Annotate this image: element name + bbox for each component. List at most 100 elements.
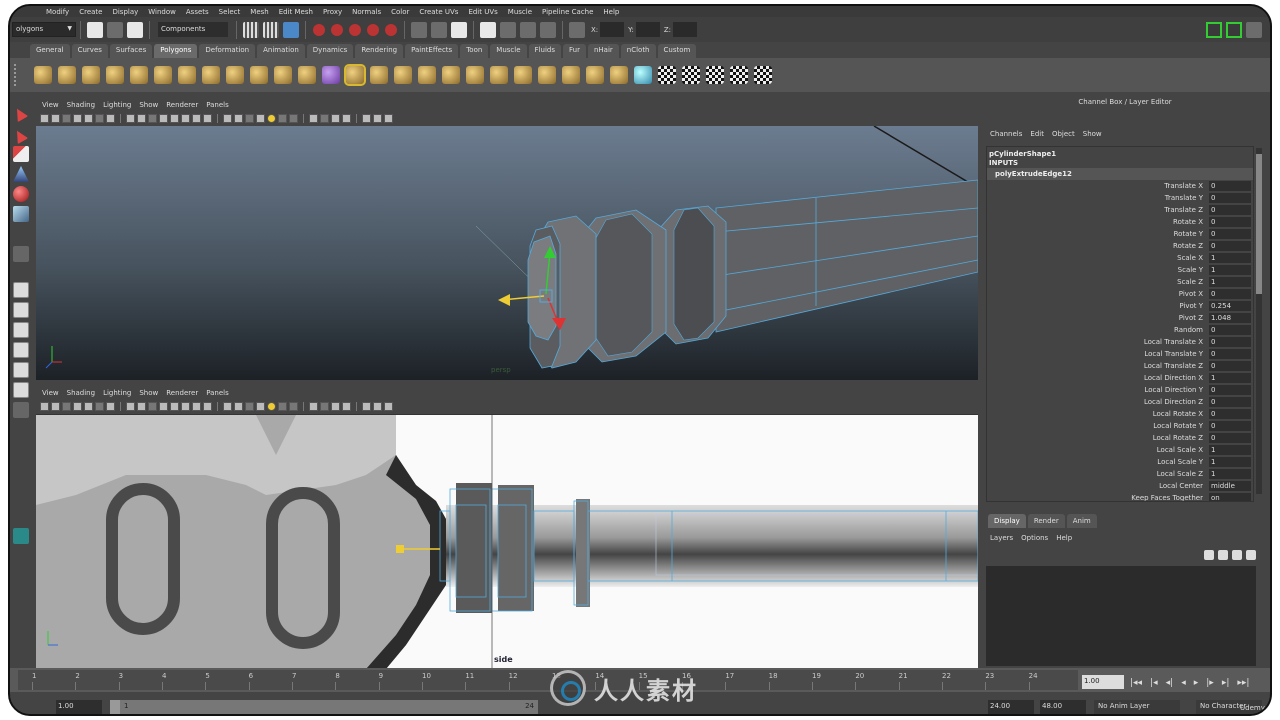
z-field[interactable] bbox=[673, 22, 698, 37]
panel-tool-icon[interactable] bbox=[309, 113, 318, 123]
panel-tool-icon[interactable] bbox=[245, 401, 254, 411]
attribute-value-field[interactable]: 1 bbox=[1209, 445, 1251, 455]
panel-tool-icon[interactable] bbox=[320, 401, 329, 411]
move-tool-icon[interactable] bbox=[13, 166, 29, 182]
new-scene-icon[interactable] bbox=[87, 21, 103, 38]
panel-tool-icon[interactable] bbox=[256, 401, 265, 411]
panel-menu-renderer[interactable]: Renderer bbox=[166, 389, 198, 397]
attribute-value-field[interactable]: 1 bbox=[1209, 277, 1251, 287]
poly-sphere-icon[interactable] bbox=[34, 66, 52, 84]
panel-tool-icon[interactable] bbox=[148, 113, 157, 123]
go-to-end-icon[interactable]: ▸▸| bbox=[1237, 678, 1249, 688]
snap-curve-icon[interactable] bbox=[331, 23, 343, 36]
panel-tool-icon[interactable] bbox=[73, 113, 82, 123]
play-forwards-icon[interactable]: ▸ bbox=[1194, 678, 1199, 688]
menu-normals[interactable]: Normals bbox=[352, 8, 381, 16]
panel-menu-show[interactable]: Show bbox=[139, 101, 158, 109]
channel-menu-show[interactable]: Show bbox=[1083, 130, 1102, 138]
x-field[interactable] bbox=[600, 22, 625, 37]
panel-tool-icon[interactable] bbox=[331, 401, 340, 411]
attribute-row[interactable]: Rotate Z 0 bbox=[987, 240, 1253, 252]
open-scene-icon[interactable] bbox=[107, 21, 123, 38]
attribute-value-field[interactable]: 0 bbox=[1209, 421, 1251, 431]
bridge-icon[interactable] bbox=[370, 66, 388, 84]
panel-menu-view[interactable]: View bbox=[42, 101, 59, 109]
shelf-tab-fur[interactable]: Fur bbox=[562, 44, 586, 58]
four-view-layout-icon[interactable] bbox=[13, 302, 29, 318]
attribute-row[interactable]: Random 0 bbox=[987, 324, 1253, 336]
attribute-value-field[interactable]: 1 bbox=[1209, 457, 1251, 467]
spherical-mapping-icon[interactable] bbox=[706, 66, 724, 84]
attribute-row[interactable]: Translate Y 0 bbox=[987, 192, 1253, 204]
panel-menu-shading[interactable]: Shading bbox=[67, 101, 95, 109]
panel-tool-icon[interactable] bbox=[181, 113, 190, 123]
panel-menu-renderer[interactable]: Renderer bbox=[166, 101, 198, 109]
attribute-value-field[interactable]: 0 bbox=[1209, 181, 1251, 191]
append-to-polygon-icon[interactable] bbox=[394, 66, 412, 84]
range-handle-left[interactable] bbox=[110, 700, 120, 714]
panel-menu-lighting[interactable]: Lighting bbox=[103, 389, 131, 397]
single-perspective-layout-icon[interactable] bbox=[13, 282, 29, 298]
automatic-mapping-icon[interactable] bbox=[730, 66, 748, 84]
panel-menu-panels[interactable]: Panels bbox=[206, 389, 229, 397]
panel-tool-icon[interactable] bbox=[373, 401, 382, 411]
smooth-proxy-icon[interactable] bbox=[322, 66, 340, 84]
panel-tool-icon[interactable] bbox=[362, 401, 371, 411]
panel-tool-icon[interactable] bbox=[342, 401, 351, 411]
ipr-render-icon[interactable] bbox=[520, 21, 536, 38]
panel-tool-icon[interactable] bbox=[170, 113, 179, 123]
step-forward-frame-icon[interactable]: ▸| bbox=[1222, 678, 1230, 688]
make-live-icon[interactable] bbox=[385, 23, 397, 36]
attribute-value-field[interactable]: 0 bbox=[1209, 229, 1251, 239]
side-viewport[interactable]: side bbox=[36, 414, 978, 668]
panel-tool-icon[interactable] bbox=[289, 401, 298, 411]
shelf-tab-custom[interactable]: Custom bbox=[657, 44, 697, 58]
panel-menu-lighting[interactable]: Lighting bbox=[103, 101, 131, 109]
panel-tool-icon[interactable] bbox=[342, 113, 351, 123]
panel-tool-icon[interactable] bbox=[137, 401, 146, 411]
attribute-value-field[interactable]: 0 bbox=[1209, 349, 1251, 359]
panel-tool-icon[interactable] bbox=[192, 113, 201, 123]
shelf-tab-fluids[interactable]: Fluids bbox=[528, 44, 561, 58]
combine-icon[interactable] bbox=[250, 66, 268, 84]
go-to-start-icon[interactable]: |◂◂ bbox=[1130, 678, 1142, 688]
panel-tool-icon[interactable] bbox=[267, 401, 276, 411]
menu-edit-mesh[interactable]: Edit Mesh bbox=[279, 8, 313, 16]
attribute-row[interactable]: Local Translate Z 0 bbox=[987, 360, 1253, 372]
attribute-row[interactable]: Translate Z 0 bbox=[987, 204, 1253, 216]
attribute-row[interactable]: Local Direction Y 0 bbox=[987, 384, 1253, 396]
panel-tool-icon[interactable] bbox=[256, 113, 265, 123]
attribute-value-field[interactable]: 1 bbox=[1209, 253, 1251, 263]
attribute-value-field[interactable]: 0.254 bbox=[1209, 301, 1251, 311]
shelf-tab-muscle[interactable]: Muscle bbox=[490, 44, 527, 58]
panel-tool-icon[interactable] bbox=[203, 401, 212, 411]
menu-proxy[interactable]: Proxy bbox=[323, 8, 342, 16]
snap-point-icon[interactable] bbox=[349, 23, 361, 36]
attribute-value-field[interactable]: 1 bbox=[1209, 265, 1251, 275]
extract-icon[interactable] bbox=[298, 66, 316, 84]
new-layer-selected-icon[interactable] bbox=[1246, 550, 1256, 560]
y-field[interactable] bbox=[635, 22, 660, 37]
attribute-value-field[interactable]: 0 bbox=[1209, 409, 1251, 419]
object-name[interactable]: pCylinderShape1 bbox=[987, 147, 1253, 158]
panel-tool-icon[interactable] bbox=[95, 113, 104, 123]
panel-tool-icon[interactable] bbox=[384, 113, 393, 123]
attribute-value-field[interactable]: 0 bbox=[1209, 205, 1251, 215]
shelf-tab-curves[interactable]: Curves bbox=[71, 44, 108, 58]
attribute-value-field[interactable]: 0 bbox=[1209, 217, 1251, 227]
menu-modify[interactable]: Modify bbox=[46, 8, 69, 16]
poly-plane-icon[interactable] bbox=[130, 66, 148, 84]
attribute-value-field[interactable]: 1.048 bbox=[1209, 313, 1251, 323]
attribute-row[interactable]: Local Center middle bbox=[987, 480, 1253, 492]
merge-icon[interactable] bbox=[514, 66, 532, 84]
poly-torus-icon[interactable] bbox=[154, 66, 172, 84]
bevel-icon[interactable] bbox=[490, 66, 508, 84]
step-back-frame-icon[interactable]: |◂ bbox=[1150, 678, 1158, 688]
shelf-tab-ncloth[interactable]: nCloth bbox=[620, 44, 656, 58]
layer-menu-help[interactable]: Help bbox=[1056, 534, 1072, 542]
attribute-row[interactable]: Scale X 1 bbox=[987, 252, 1253, 264]
panel-tool-icon[interactable] bbox=[245, 113, 254, 123]
shelf-grip[interactable] bbox=[14, 64, 24, 86]
select-by-hierarchy-icon[interactable] bbox=[243, 21, 259, 38]
attribute-row[interactable]: Local Direction X 1 bbox=[987, 372, 1253, 384]
